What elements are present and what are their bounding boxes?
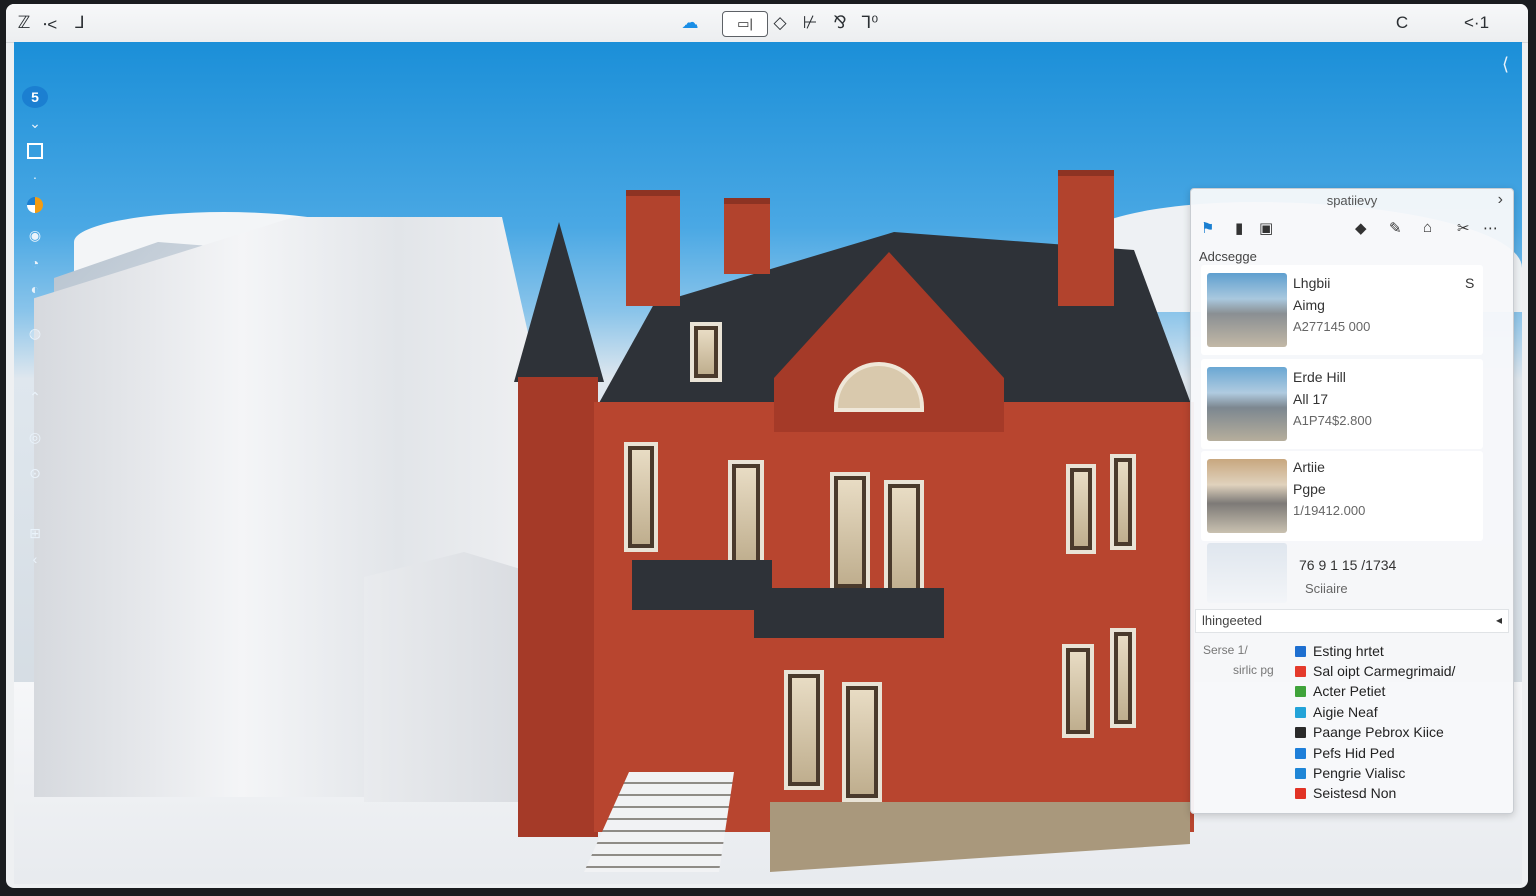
layer-item[interactable]: Pengrie Vialisc [1295,765,1405,781]
asset-thumbnail [1207,367,1287,441]
asset-thumbnail [1207,543,1287,603]
asset-subtitle: Sciiaire [1305,581,1348,596]
cut-icon[interactable]: ✂ [1457,219,1470,237]
layer-swatch [1295,645,1306,657]
panel-title: spatiievy [1326,193,1378,208]
layer-label: Aigie Neaf [1313,704,1378,720]
app-window: ℤ ⸱< ⅃ ☁ ▭| ◇ ⊬ ⅋ ⅂⁰ C <·1 5 ⌄ · ◉ ◔ ◐ ◍… [6,4,1528,888]
target-icon[interactable]: ⊙ [22,462,48,484]
brick-house [514,170,1204,872]
stamp-icon[interactable]: ⌂ [1423,219,1432,236]
layers-header[interactable]: lhingeeted ◂ [1195,609,1509,633]
collapse-icon[interactable]: ◂ [1496,613,1502,627]
panel-collapse-icon[interactable]: › [1498,191,1503,209]
asset-title: Lhgbii [1293,275,1331,291]
tool-icon-1[interactable]: ℤ [14,12,34,34]
retouch-icon[interactable]: ◍ [22,322,48,344]
top-toolbar: ℤ ⸱< ⅃ ☁ ▭| ◇ ⊬ ⅋ ⅂⁰ C <·1 [6,4,1528,43]
layers-side-label: Serse 1/ [1203,643,1248,657]
asset-title: 76 9 1 15 /1734 [1299,557,1397,573]
left-tool-rail: 5 ⌄ · ◉ ◔ ◐ ◍ ⌃ ◎ ⊙ ⊞ ‹ [22,86,50,586]
asset-subtitle: Aimg [1293,297,1325,313]
layer-swatch [1295,767,1306,779]
bookmark-icon[interactable]: ▮ [1235,219,1243,237]
layer-item[interactable]: Esting hrtet [1295,643,1384,659]
layers-section-label: lhingeeted [1202,613,1262,628]
edit-icon[interactable]: ✎ [1389,219,1402,237]
pin-icon[interactable]: ⟨ [1502,54,1509,75]
asset-card[interactable]: Erde Hill All 17 A1P74$2.800 [1201,359,1483,449]
panel-toolbar: ⚑ ▮ ▣ ◆ ✎ ⌂ ✂ ⋯ [1201,219,1501,241]
layer-swatch [1295,787,1306,799]
frame-icon[interactable]: ▣ [1259,219,1273,237]
more-icon[interactable]: ⋯ [1483,219,1498,237]
more-tools-icon[interactable]: ⅂⁰ [860,12,880,34]
cloud-icon[interactable]: ☁ [680,12,700,34]
asset-title: Artiie [1293,459,1325,475]
layer-swatch [1295,747,1306,759]
layer-label: Acter Petiet [1313,683,1386,699]
grid-icon[interactable]: ⊞ [22,522,48,544]
layer-item[interactable]: Sal oipt Carmegrimaid/ [1295,663,1455,679]
layer-swatch [1295,726,1306,738]
tag-icon[interactable]: ◆ [1355,219,1367,237]
exposure-icon[interactable]: ◐ [22,278,48,300]
asset-meta: A277145 000 [1293,319,1371,334]
asset-thumbnail [1207,273,1287,347]
layer-item[interactable]: Pefs Hid Ped [1295,745,1395,761]
assets-panel: spatiievy › ⚑ ▮ ▣ ◆ ✎ ⌂ ✂ ⋯ Adcsegge Lhg… [1190,188,1514,814]
layer-item[interactable]: Aigie Neaf [1295,704,1378,720]
color-wheel-icon[interactable] [22,194,48,216]
asset-card[interactable]: Lhgbii Aimg A277145 000 S [1201,265,1483,355]
asset-meta: A1P74$2.800 [1293,413,1372,428]
asset-card[interactable]: 76 9 1 15 /1734 Sciiaire [1201,543,1483,605]
layer-swatch [1295,665,1306,677]
history-icon[interactable]: <·1 [1464,12,1489,34]
asset-subtitle: All 17 [1293,391,1329,407]
dot-icon[interactable]: · [22,166,48,188]
brush-tool-icon[interactable]: ⅋ [830,12,850,34]
layer-label: Paange Pebrox Kiice [1313,724,1444,740]
chevron-down-icon[interactable]: ⌄ [22,112,48,134]
assets-section-label: Adcsegge [1199,249,1257,264]
asset-title: Erde Hill [1293,369,1346,385]
layer-label: Pengrie Vialisc [1313,765,1406,781]
crop-tool-icon[interactable]: ⊬ [800,12,820,34]
view-toggle-label: ▭| [737,16,753,31]
view-toggle-button[interactable]: ▭| [722,11,768,37]
image-canvas[interactable]: 5 ⌄ · ◉ ◔ ◐ ◍ ⌃ ◎ ⊙ ⊞ ‹ ⟨ spatiievy › ⚑ … [14,42,1522,884]
tool-badge[interactable]: 5 [22,86,48,108]
asset-meta: 1/19412.000 [1293,503,1366,518]
layer-label: Pefs Hid Ped [1313,745,1395,761]
layers-side-label: sirlic pg [1233,663,1274,677]
layer-swatch [1295,685,1306,697]
layer-label: Sal oipt Carmegrimaid/ [1313,663,1456,679]
asset-subtitle: Pgpe [1293,481,1326,497]
layer-item[interactable]: Acter Petiet [1295,683,1385,699]
tool-icon-2[interactable]: ⸱< [40,12,60,34]
layer-item[interactable]: Paange Pebrox Kiice [1295,724,1444,740]
arrow-up-icon[interactable]: ⌃ [22,386,48,408]
layers-icon[interactable]: ◉ [22,224,48,246]
layer-label: Seistesd Non [1313,785,1397,801]
collapse-left-icon[interactable]: ‹ [22,548,48,570]
asset-thumbnail [1207,459,1287,533]
tool-icon-3[interactable]: ⅃ [70,12,90,34]
layer-label: Esting hrtet [1313,643,1384,659]
layer-item[interactable]: Seistesd Non [1295,785,1396,801]
asset-card[interactable]: Artiie Pgpe 1/19412.000 [1201,451,1483,541]
flag-icon[interactable]: ⚑ [1201,219,1214,237]
shape-tool-icon[interactable]: ◇ [770,12,790,34]
select-rectangle-icon[interactable] [22,140,48,162]
refresh-icon[interactable]: C [1392,12,1412,34]
clock-icon[interactable]: ◔ [22,252,48,274]
layer-swatch [1295,706,1306,718]
asset-flag[interactable]: S [1465,275,1474,291]
lens-icon[interactable]: ◎ [22,426,48,448]
